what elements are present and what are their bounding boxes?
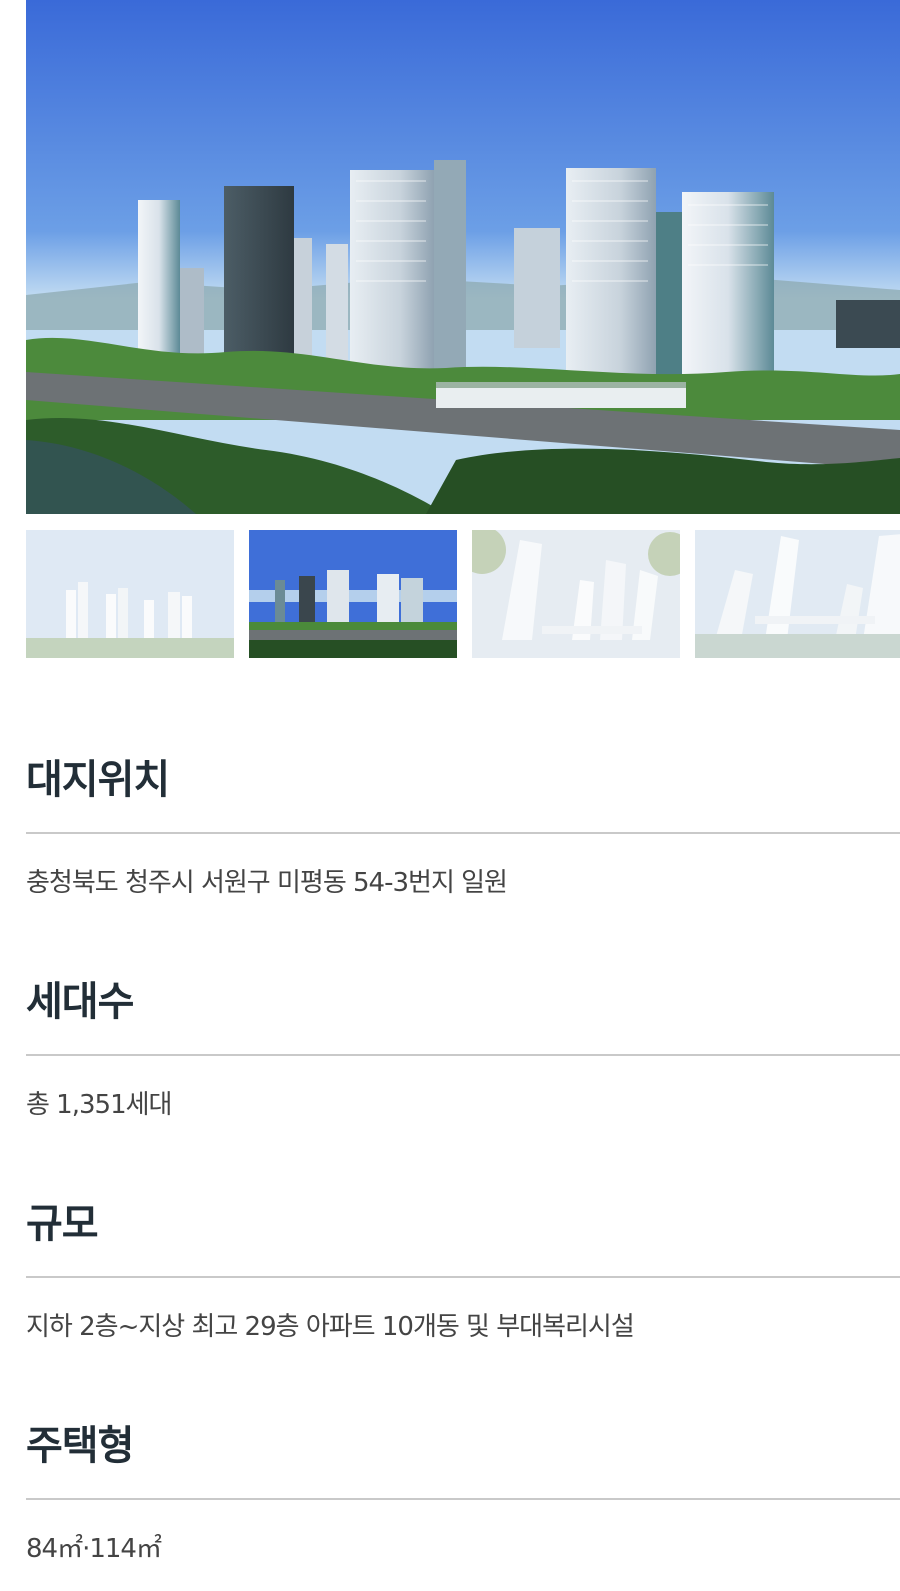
divider [26,1498,900,1500]
thumbnail-2[interactable] [249,530,457,658]
divider [26,1276,900,1278]
divider [26,1054,900,1056]
main-rendering-image [26,0,900,514]
section-title: 규모 [26,1201,99,1247]
section-scale: 규모 지하 2층~지상 최고 29층 아파트 10개동 및 부대복리시설 [26,1201,900,1340]
section-title: 주택형 [26,1423,134,1469]
section-value: 84㎡·114㎡ [26,1534,162,1564]
section-value: 총 1,351세대 [26,1090,172,1120]
section-title: 세대수 [26,979,134,1025]
divider [26,832,900,834]
thumbnail-3[interactable] [472,530,680,658]
thumbnail-strip [26,530,900,658]
thumbnail-4[interactable] [695,530,900,658]
section-site-location: 대지위치 충청북도 청주시 서원구 미평동 54-3번지 일원 [26,757,900,896]
section-value: 충청북도 청주시 서원구 미평동 54-3번지 일원 [26,868,508,898]
section-households: 세대수 총 1,351세대 [26,979,900,1118]
thumbnail-1[interactable] [26,530,234,658]
section-housing-type: 주택형 84㎡·114㎡ [26,1423,900,1562]
section-title: 대지위치 [26,757,170,803]
section-value: 지하 2층~지상 최고 29층 아파트 10개동 및 부대복리시설 [26,1312,635,1342]
